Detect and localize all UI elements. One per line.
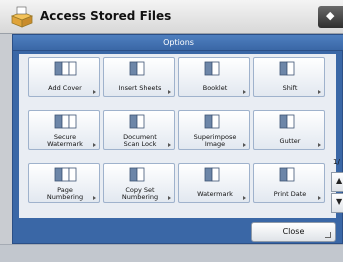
tile-label-line2: Numbering: [46, 193, 84, 201]
tile-label: Insert Sheets: [118, 84, 162, 92]
tile-copy-set-numbering[interactable]: Copy Set Numbering: [103, 163, 175, 203]
resize-corner-icon: [325, 232, 331, 238]
tile-label-line2: Watermark: [47, 140, 83, 148]
tile-label-line2: Image: [204, 140, 226, 148]
submenu-arrow-icon: [93, 196, 96, 200]
tile-label: Watermark: [197, 190, 233, 198]
copy-set-numbering-icon: [129, 167, 145, 182]
booklet-icon: [204, 61, 220, 76]
submenu-arrow-icon: [243, 90, 246, 94]
tile-document-scan-lock[interactable]: Document Scan Lock: [103, 110, 175, 150]
tile-secure-watermark[interactable]: Secure Watermark: [28, 110, 100, 150]
tile-shift[interactable]: Shift: [253, 57, 325, 97]
panel-header: Options: [13, 35, 343, 51]
tile-label: Gutter: [279, 137, 301, 145]
tile-insert-sheets[interactable]: Insert Sheets: [103, 57, 175, 97]
submenu-arrow-icon: [318, 196, 321, 200]
tile-add-cover[interactable]: Add Cover: [28, 57, 100, 97]
submenu-arrow-icon: [243, 196, 246, 200]
add-cover-icon: [54, 61, 77, 76]
tile-label: Booklet: [202, 84, 228, 92]
gutter-icon: [279, 114, 295, 129]
submenu-arrow-icon: [318, 143, 321, 147]
submenu-arrow-icon: [168, 196, 171, 200]
window-title: Access Stored Files: [40, 9, 172, 23]
scroll-down-button[interactable]: ▼: [331, 193, 343, 213]
page-indicator: 1/: [333, 158, 340, 166]
tile-gutter[interactable]: Gutter: [253, 110, 325, 150]
secure-watermark-icon: [54, 114, 77, 129]
device-icon: ◆: [326, 9, 335, 22]
print-date-icon: [279, 167, 295, 182]
tile-label: Add Cover: [48, 84, 82, 92]
page-numbering-icon: [54, 167, 77, 182]
tile-superimpose-image[interactable]: Superimpose Image: [178, 110, 250, 150]
scroll-up-button[interactable]: ▲: [331, 172, 343, 192]
folder-box-icon: [10, 6, 34, 28]
tile-page-numbering[interactable]: Page Numbering: [28, 163, 100, 203]
close-button[interactable]: Close: [251, 222, 336, 242]
document-scan-lock-icon: [129, 114, 145, 129]
device-button[interactable]: ◆: [318, 6, 343, 28]
bottom-strip: [0, 244, 343, 262]
watermark-icon: [204, 167, 220, 182]
title-bar: Access Stored Files ◆: [0, 0, 343, 34]
tile-label: Shift: [282, 84, 298, 92]
down-arrow-icon: ▼: [336, 197, 343, 206]
tile-label: Print Date: [273, 190, 307, 198]
close-label: Close: [282, 227, 305, 236]
submenu-arrow-icon: [318, 90, 321, 94]
insert-sheets-icon: [129, 61, 145, 76]
tile-booklet[interactable]: Booklet: [178, 57, 250, 97]
submenu-arrow-icon: [168, 143, 171, 147]
tile-watermark[interactable]: Watermark: [178, 163, 250, 203]
submenu-arrow-icon: [243, 143, 246, 147]
tile-label-line2: Numbering: [121, 193, 159, 201]
tile-label-line2: Scan Lock: [123, 140, 157, 148]
submenu-arrow-icon: [168, 90, 171, 94]
tile-print-date[interactable]: Print Date: [253, 163, 325, 203]
submenu-arrow-icon: [93, 143, 96, 147]
superimpose-image-icon: [204, 114, 220, 129]
up-arrow-icon: ▲: [336, 176, 343, 185]
shift-icon: [279, 61, 295, 76]
submenu-arrow-icon: [93, 90, 96, 94]
